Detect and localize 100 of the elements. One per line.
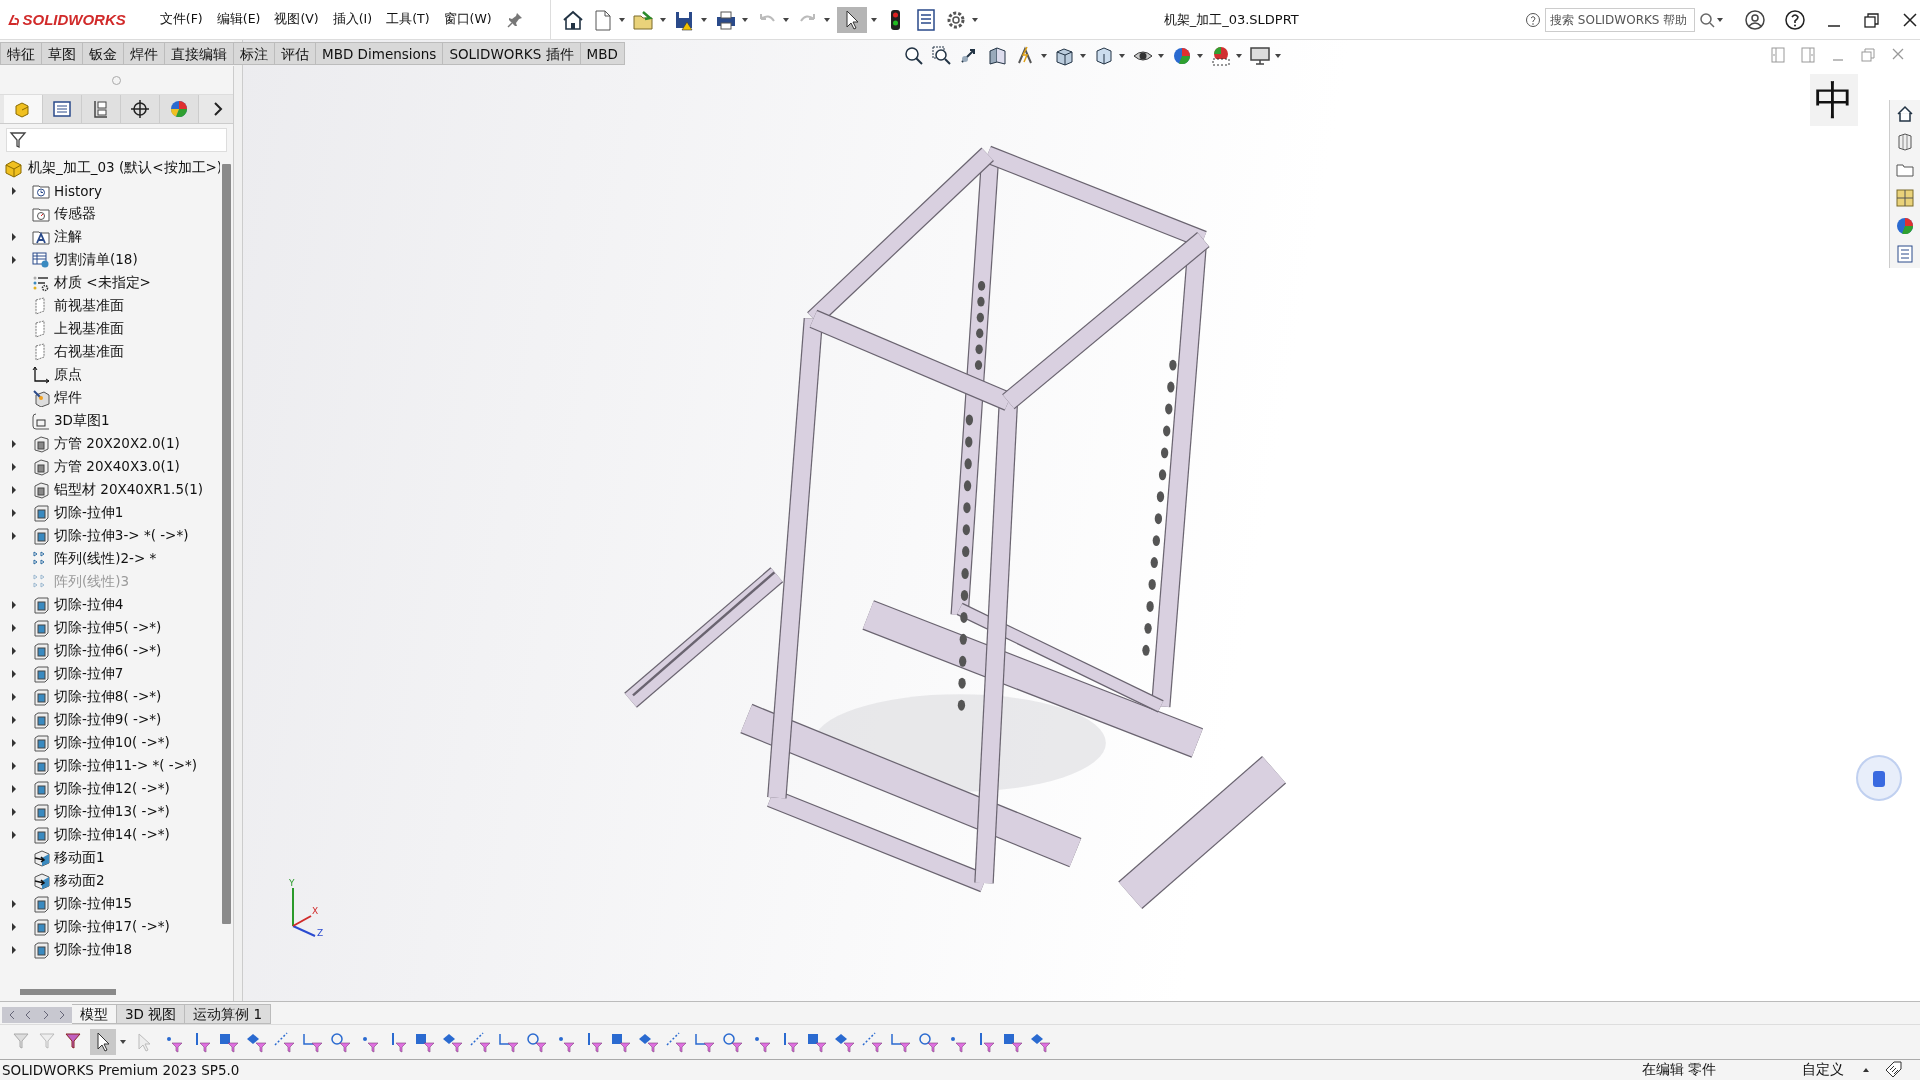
monitor-icon[interactable] <box>1249 45 1271 67</box>
scene-icon[interactable] <box>1210 45 1232 67</box>
scrollbar-thumb[interactable] <box>222 164 231 924</box>
menu-item[interactable]: 编辑(E) <box>216 11 261 28</box>
tree-item[interactable]: 切除-拉伸9( ->*) <box>54 710 162 729</box>
expand-arrow-icon[interactable] <box>10 622 18 633</box>
tree-item[interactable]: 切除-拉伸6( ->*) <box>54 641 162 660</box>
tree-item[interactable]: 机架_加工_03 (默认<按加工>) <box>28 158 220 177</box>
expand-arrow-icon[interactable] <box>10 760 18 771</box>
tree-item[interactable]: History <box>54 182 103 199</box>
tree-item[interactable]: 切除-拉伸4 <box>54 595 124 614</box>
tree-item[interactable]: 原点 <box>54 365 82 384</box>
tree-item[interactable]: 移动面2 <box>54 871 105 890</box>
expand-arrow-icon[interactable] <box>10 599 18 610</box>
tag-icon[interactable] <box>1884 1060 1904 1080</box>
expand-arrow-icon[interactable] <box>10 530 18 541</box>
expand-arrow-icon[interactable] <box>10 461 18 472</box>
tree-item[interactable]: 切除-拉伸10( ->*) <box>54 733 170 752</box>
menu-item[interactable]: 窗口(W) <box>443 11 492 28</box>
filter-icon[interactable] <box>1029 1031 1051 1053</box>
custom-properties-icon[interactable] <box>1895 244 1915 264</box>
expand-arrow-icon[interactable] <box>10 185 18 196</box>
tree-item[interactable]: 注解 <box>54 227 82 246</box>
pointer-icon[interactable] <box>90 1029 116 1055</box>
view-tab[interactable]: 3D 视图 <box>117 1004 186 1024</box>
expand-arrow-icon[interactable] <box>10 507 18 518</box>
tree-item[interactable]: 右视基准面 <box>54 342 124 361</box>
expand-arrow-icon[interactable] <box>10 737 18 748</box>
tree-item[interactable]: 方管 20X40X3.0(1) <box>54 457 180 476</box>
tree-item[interactable]: 切割清单(18) <box>54 250 138 269</box>
property-list-tab[interactable] <box>43 95 82 123</box>
tree-item[interactable]: 切除-拉伸14( ->*) <box>54 825 170 844</box>
expand-arrow-icon[interactable] <box>10 231 18 242</box>
expand-arrow-icon[interactable] <box>10 921 18 932</box>
expand-arrow-icon[interactable] <box>10 254 18 265</box>
pointer-icon[interactable] <box>836 6 867 33</box>
command-tab[interactable]: 评估 <box>275 42 316 65</box>
tree-item[interactable]: 切除-拉伸17( ->*) <box>54 917 170 936</box>
tree-item[interactable]: 3D草图1 <box>54 411 110 430</box>
expand-arrow-icon[interactable] <box>10 944 18 955</box>
expand-arrow-icon[interactable] <box>10 806 18 817</box>
tree-item[interactable]: 切除-拉伸1 <box>54 503 124 522</box>
crosshair-tab[interactable] <box>121 95 160 123</box>
view-palette-icon[interactable] <box>1895 188 1915 208</box>
chevron-right-icon[interactable] <box>211 100 225 118</box>
search-icon[interactable] <box>1699 11 1715 28</box>
help-search-field[interactable]: 搜索 SOLIDWORKS 帮助 <box>1545 7 1695 32</box>
command-tab[interactable]: 标注 <box>234 42 275 65</box>
command-tab[interactable]: 焊件 <box>124 42 165 65</box>
unit-system-menu[interactable]: 自定义 <box>1802 1061 1844 1079</box>
command-tab[interactable]: SOLIDWORKS 插件 <box>443 42 581 65</box>
scrollbar-thumb[interactable] <box>20 989 116 995</box>
command-tab[interactable]: 特征 <box>0 42 42 65</box>
zoom-area-icon[interactable] <box>931 45 953 67</box>
view-tab[interactable]: 模型 <box>72 1004 117 1024</box>
menu-item[interactable]: 视图(V) <box>274 11 319 28</box>
open-folder-icon[interactable] <box>631 8 656 31</box>
tab-scroll-arrows-icon[interactable] <box>2 1006 72 1024</box>
filter-icon[interactable] <box>1001 1031 1023 1053</box>
help-icon[interactable] <box>1784 8 1806 31</box>
tree-item[interactable]: 阵列(线性)2-> * <box>54 549 157 568</box>
filter-icon[interactable] <box>637 1031 659 1053</box>
filter-icon[interactable] <box>413 1031 435 1053</box>
filter-icon[interactable] <box>917 1031 939 1053</box>
filter-icon[interactable] <box>441 1031 463 1053</box>
command-tab[interactable]: 直接编辑 <box>165 42 234 65</box>
filter-icon[interactable] <box>721 1031 743 1053</box>
expand-arrow-icon[interactable] <box>10 645 18 656</box>
tree-item[interactable]: 焊件 <box>54 388 82 407</box>
home-icon[interactable] <box>1895 104 1915 124</box>
view-tab[interactable]: 运动算例 1 <box>185 1004 272 1024</box>
tree-item[interactable]: 切除-拉伸7 <box>54 664 124 683</box>
parts-library-icon[interactable] <box>1895 132 1915 152</box>
command-tab[interactable]: MBD <box>580 42 625 65</box>
tree-item[interactable]: 铝型材 20X40XR1.5(1) <box>54 480 204 499</box>
tree-item[interactable]: 移动面1 <box>54 848 105 867</box>
section-view-icon[interactable] <box>987 45 1009 67</box>
menu-item[interactable]: 工具(T) <box>386 11 430 28</box>
filter-icon[interactable] <box>833 1031 855 1053</box>
feature-tree-tab[interactable] <box>4 95 43 123</box>
expand-arrow-icon[interactable] <box>10 484 18 495</box>
tree-item[interactable]: 切除-拉伸12( ->*) <box>54 779 170 798</box>
view-orientation-icon[interactable] <box>1054 45 1076 67</box>
configuration-tab[interactable] <box>82 95 121 123</box>
menu-item[interactable]: 文件(F) <box>159 11 203 28</box>
tree-item[interactable]: 切除-拉伸3-> *( ->*) <box>54 526 189 545</box>
color-ball-tab[interactable] <box>160 95 199 123</box>
expand-arrow-icon[interactable] <box>10 714 18 725</box>
command-tab[interactable]: 草图 <box>42 42 83 65</box>
tree-item[interactable]: 切除-拉伸15 <box>54 894 133 913</box>
caret-up-icon[interactable] <box>1862 1066 1870 1074</box>
tree-item[interactable]: 切除-拉伸13( ->*) <box>54 802 170 821</box>
tree-item[interactable]: 切除-拉伸5( ->*) <box>54 618 162 637</box>
expand-arrow-icon[interactable] <box>10 668 18 679</box>
appearance-icon[interactable] <box>1895 216 1915 236</box>
zoom-fit-icon[interactable] <box>903 45 925 67</box>
expand-arrow-icon[interactable] <box>10 898 18 909</box>
floating-button[interactable] <box>1856 755 1902 801</box>
tree-item[interactable]: 上视基准面 <box>54 319 124 338</box>
tree-item[interactable]: 切除-拉伸11-> *( ->*) <box>54 756 198 775</box>
